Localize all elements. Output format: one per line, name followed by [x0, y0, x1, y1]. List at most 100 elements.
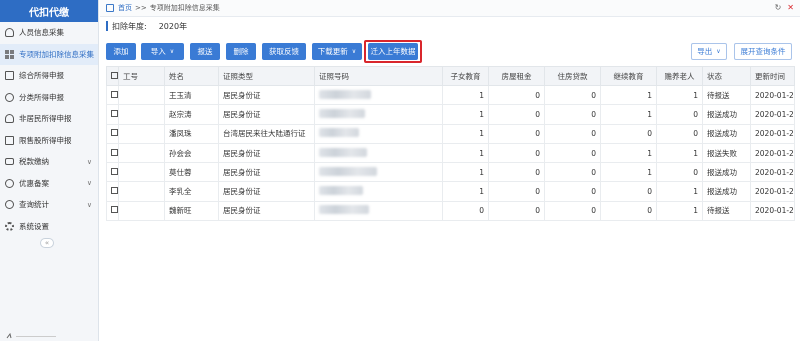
checkbox-icon[interactable]: [111, 129, 118, 137]
col-header-elderly[interactable]: 赡养老人: [656, 66, 703, 86]
checkbox-icon[interactable]: [111, 167, 118, 175]
table-row[interactable]: 王玉清 居民身份证 1 0 0 1 1 待报送 2020-01-20: [106, 84, 795, 106]
checkbox-icon[interactable]: [111, 206, 118, 214]
import-button[interactable]: 导入 ∨: [141, 43, 184, 60]
table-row[interactable]: 莫仕蓉 居民身份证 1 0 0 1 0 报送成功 2020-01-20: [106, 162, 795, 183]
cell-children-edu: 0: [442, 200, 489, 222]
submit-button[interactable]: 报送: [190, 43, 220, 60]
redacted-id-number: [319, 166, 377, 176]
col-header-cont-edu[interactable]: 继续教育: [600, 66, 657, 86]
row-checkbox-cell[interactable]: [106, 200, 119, 222]
cell-mortgage: 0: [544, 142, 601, 164]
cell-elderly: 0: [656, 123, 703, 144]
checkbox-icon[interactable]: [111, 187, 118, 195]
cell-rent: 0: [488, 123, 545, 144]
breadcrumb-home-link[interactable]: 首页: [118, 3, 132, 13]
document-icon: [5, 135, 14, 145]
cell-id-type: 居民身份证: [218, 181, 315, 202]
row-checkbox-cell[interactable]: [106, 104, 119, 125]
refresh-icon[interactable]: ↻: [775, 3, 782, 12]
chevron-down-icon[interactable]: ∨: [87, 158, 92, 166]
redacted-id-number: [319, 186, 363, 196]
section-marker: [106, 21, 108, 31]
home-icon[interactable]: [106, 4, 114, 12]
col-header-rent[interactable]: 房屋租金: [488, 66, 545, 86]
chevron-down-icon[interactable]: ∨: [87, 201, 92, 209]
expand-query-button-label: 展开查询条件: [740, 47, 786, 56]
col-header-id-type[interactable]: 证照类型: [218, 66, 315, 86]
col-header-children-edu[interactable]: 子女教育: [442, 66, 489, 86]
table-row[interactable]: 赵宗涛 居民身份证 1 0 0 1 0 报送成功 2020-01-20: [106, 104, 795, 125]
checkbox-icon[interactable]: [111, 109, 118, 117]
cell-status: 报送成功: [702, 123, 751, 144]
row-checkbox-cell[interactable]: [106, 84, 119, 106]
add-button-label: 添加: [113, 47, 129, 56]
export-button[interactable]: 导出 ∨: [691, 43, 727, 60]
chevron-down-icon[interactable]: ∨: [87, 179, 92, 187]
sidebar-item-label: 税款缴纳: [19, 157, 49, 167]
row-checkbox-cell[interactable]: [106, 142, 119, 164]
cell-name: 莫仕蓉: [164, 162, 219, 183]
col-header-status[interactable]: 状态: [702, 66, 751, 86]
table-row[interactable]: 潘凤珠 台湾居民来往大陆通行证 1 0 0 0 0 报送成功 2020-01-20: [106, 123, 795, 144]
table-row[interactable]: 孙会会 居民身份证 1 0 0 1 1 报送失败 2020-01-20: [106, 142, 795, 164]
add-button[interactable]: 添加: [106, 43, 136, 60]
col-header-id-number[interactable]: 证照号码: [314, 66, 443, 86]
logo-icon: [6, 332, 56, 339]
table-row[interactable]: 李乳全 居民身份证 1 0 0 0 1 报送成功 2020-01-20: [106, 181, 795, 202]
select-all-checkbox[interactable]: [106, 66, 119, 86]
user-icon: [5, 28, 14, 38]
table-row[interactable]: 魏新旺 居民身份证 0 0 0 0 1 待报送 2020-01-20: [106, 200, 795, 222]
col-header-id[interactable]: 工号: [118, 66, 165, 86]
col-header-updated[interactable]: 更新时间: [750, 66, 795, 86]
col-header-mortgage[interactable]: 住房贷款: [544, 66, 601, 86]
row-checkbox-cell[interactable]: [106, 162, 119, 183]
cell-id-type: 居民身份证: [218, 84, 315, 106]
sidebar-item[interactable]: 专项附加扣除信息采集: [0, 43, 98, 65]
cell-elderly: 1: [656, 142, 703, 164]
sidebar-item-label: 非居民所得申报: [19, 114, 72, 124]
checkbox-icon[interactable]: [111, 148, 118, 156]
close-icon[interactable]: ✕: [787, 3, 794, 12]
redacted-id-number: [319, 89, 371, 99]
chevron-down-icon: ∨: [716, 48, 721, 55]
breadcrumb: 首页 >> 专项附加扣除信息采集: [100, 0, 800, 17]
submit-button-label: 报送: [197, 47, 213, 56]
row-checkbox-cell[interactable]: [106, 123, 119, 144]
sidebar-item[interactable]: 系统设置: [0, 216, 98, 238]
cell-updated: 2020-01-20: [750, 162, 795, 183]
checkbox-icon[interactable]: [111, 71, 118, 79]
download-update-button[interactable]: 下载更新 ∨: [312, 43, 362, 60]
expand-query-button[interactable]: 展开查询条件: [734, 43, 792, 60]
sidebar-item-label: 系统设置: [19, 221, 49, 231]
get-feedback-button[interactable]: 获取反馈: [262, 43, 306, 60]
cell-mortgage: 0: [544, 200, 601, 222]
cell-name: 魏新旺: [164, 200, 219, 222]
checkbox-icon[interactable]: [111, 90, 118, 98]
sidebar-item[interactable]: 综合所得申报: [0, 65, 98, 87]
cell-rent: 0: [488, 104, 545, 125]
sidebar-item[interactable]: 税款缴纳 ∨: [0, 151, 98, 173]
cell-updated: 2020-01-20: [750, 181, 795, 202]
col-header-name[interactable]: 姓名: [164, 66, 219, 86]
sidebar-item[interactable]: 非居民所得申报: [0, 108, 98, 130]
cell-mortgage: 0: [544, 84, 601, 106]
sidebar-item[interactable]: 人员信息采集: [0, 22, 98, 44]
deduction-year-value: 2020年: [158, 21, 188, 31]
cell-rent: 0: [488, 142, 545, 164]
sidebar-item[interactable]: 查询统计 ∨: [0, 194, 98, 216]
sidebar-collapse-button[interactable]: «: [40, 238, 54, 248]
breadcrumb-separator: >>: [135, 4, 147, 12]
sidebar-item[interactable]: 优惠备案 ∨: [0, 173, 98, 195]
user-icon: [5, 114, 14, 124]
cell-mortgage: 0: [544, 162, 601, 183]
sidebar-item[interactable]: 分类所得申报: [0, 87, 98, 109]
sidebar-item[interactable]: 限售股所得申报: [0, 130, 98, 152]
delete-button[interactable]: 删除: [226, 43, 256, 60]
sidebar-item-label: 限售股所得申报: [19, 135, 72, 145]
export-button-label: 导出: [697, 47, 713, 56]
redacted-id-number: [319, 128, 359, 138]
cell-children-edu: 1: [442, 104, 489, 125]
redacted-id-number: [319, 108, 365, 118]
row-checkbox-cell[interactable]: [106, 181, 119, 202]
